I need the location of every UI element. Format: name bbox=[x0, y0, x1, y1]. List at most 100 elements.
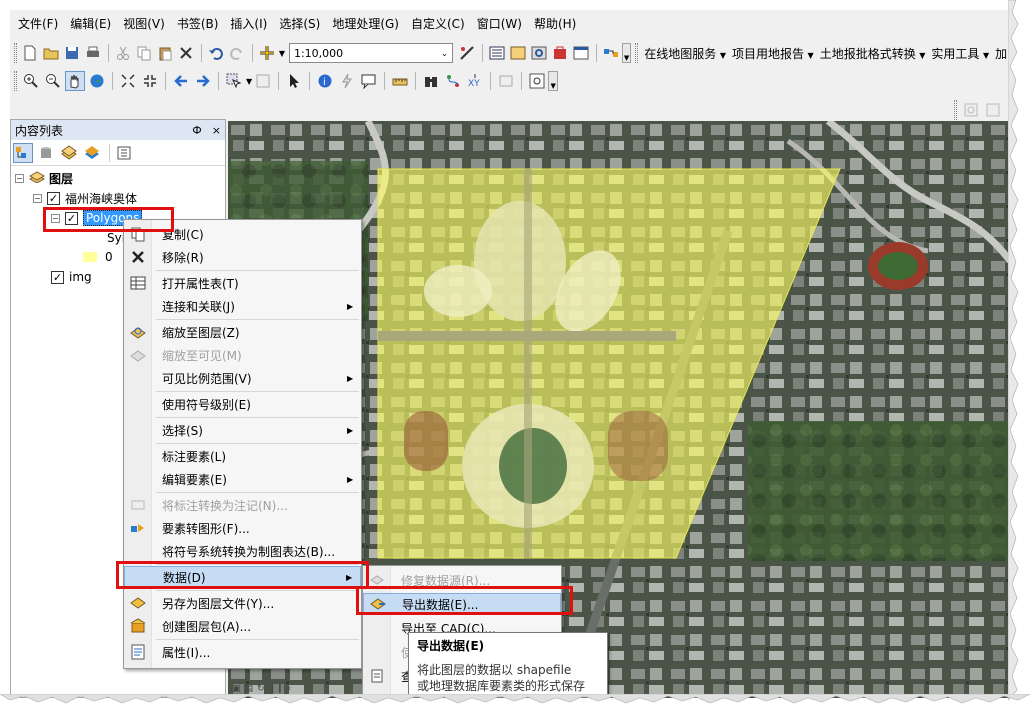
menu-item[interactable]: 地理处理(G) bbox=[326, 10, 405, 38]
tree-row-img[interactable]: ✓ img bbox=[51, 268, 92, 286]
create-viewer-window-icon[interactable] bbox=[527, 71, 547, 91]
menu-item[interactable]: 自定义(C) bbox=[405, 10, 471, 38]
context-menu-item[interactable]: 移除(R) bbox=[124, 246, 361, 268]
list-by-source-icon[interactable] bbox=[36, 143, 56, 163]
extra-tool-icon[interactable] bbox=[961, 100, 981, 120]
add-data-icon[interactable] bbox=[258, 43, 277, 63]
editor-toolbar-icon[interactable] bbox=[458, 43, 477, 63]
yellow-symbol-swatch[interactable] bbox=[83, 252, 97, 262]
chevron-down-icon[interactable]: ▼ bbox=[279, 49, 285, 58]
toolbar-overflow-button[interactable]: ▼ bbox=[621, 43, 632, 63]
delete-icon[interactable] bbox=[177, 43, 196, 63]
arctoolbox-icon[interactable] bbox=[551, 43, 570, 63]
select-elements-arrow-icon[interactable] bbox=[284, 71, 304, 91]
fixed-zoom-in-icon[interactable] bbox=[118, 71, 138, 91]
list-by-visibility-icon[interactable] bbox=[59, 143, 79, 163]
identify-icon[interactable]: i bbox=[315, 71, 335, 91]
context-menu-item[interactable]: 选择(S) ▶ bbox=[124, 419, 361, 441]
select-features-icon[interactable] bbox=[224, 71, 244, 91]
context-menu-item[interactable]: 属性(I)... bbox=[124, 641, 361, 663]
open-folder-icon[interactable] bbox=[42, 43, 61, 63]
toolbar-grip[interactable] bbox=[14, 71, 17, 91]
context-menu-item[interactable]: 可见比例范围(V) ▶ bbox=[124, 367, 361, 389]
menu-item[interactable]: 选择(S) bbox=[273, 10, 326, 38]
data-submenu-item[interactable]: 导出数据(E)... bbox=[363, 593, 561, 615]
extra-tool-2-icon[interactable] bbox=[983, 100, 1003, 120]
layout-view-icon[interactable]: ▤ bbox=[245, 684, 254, 694]
menu-item[interactable]: 视图(V) bbox=[117, 10, 171, 38]
list-by-selection-icon[interactable] bbox=[82, 143, 102, 163]
tree-row-class[interactable]: 0 bbox=[83, 248, 113, 266]
menu-item[interactable]: 编辑(E) bbox=[64, 10, 117, 38]
fixed-zoom-out-icon[interactable] bbox=[140, 71, 160, 91]
context-menu-item[interactable]: 打开属性表(T) bbox=[124, 272, 361, 294]
project-land-report-menu[interactable]: 项目用地报告 ▼ bbox=[729, 45, 817, 62]
pan-hand-icon[interactable] bbox=[65, 71, 85, 91]
go-to-xy-icon[interactable]: XY bbox=[465, 71, 485, 91]
undo-icon[interactable] bbox=[207, 43, 226, 63]
cut-icon[interactable] bbox=[114, 43, 133, 63]
menu-item[interactable]: 帮助(H) bbox=[528, 10, 582, 38]
visibility-checkbox[interactable]: ✓ bbox=[65, 211, 78, 225]
context-menu-item[interactable]: 创建图层包(A)... bbox=[124, 615, 361, 637]
tree-row-layers-root[interactable]: − 图层 bbox=[15, 169, 73, 187]
menu-item[interactable]: 文件(F) bbox=[12, 10, 64, 38]
python-window-icon[interactable] bbox=[572, 43, 591, 63]
forward-arrow-icon[interactable] bbox=[193, 71, 213, 91]
search-window-icon[interactable] bbox=[530, 43, 549, 63]
redo-icon[interactable] bbox=[228, 43, 247, 63]
close-icon[interactable]: × bbox=[212, 124, 221, 137]
pin-icon[interactable]: Ф bbox=[192, 124, 201, 137]
paste-icon[interactable] bbox=[156, 43, 175, 63]
data-view-icon[interactable]: ▣ bbox=[232, 684, 241, 694]
collapse-toggle[interactable]: − bbox=[51, 213, 60, 223]
save-icon[interactable] bbox=[63, 43, 82, 63]
menu-item[interactable]: 窗口(W) bbox=[471, 10, 528, 38]
time-slider-icon[interactable] bbox=[496, 71, 516, 91]
measure-icon[interactable] bbox=[390, 71, 410, 91]
toolbar-grip[interactable] bbox=[954, 100, 957, 120]
full-extent-globe-icon[interactable] bbox=[87, 71, 107, 91]
visibility-checkbox[interactable]: ✓ bbox=[47, 191, 60, 205]
context-menu-item[interactable]: 要素转图形(F)... bbox=[124, 517, 361, 539]
refresh-icon[interactable]: ↻ bbox=[257, 684, 265, 694]
toc-window-icon[interactable] bbox=[488, 43, 507, 63]
zoom-in-icon[interactable] bbox=[21, 71, 41, 91]
online-map-service-menu[interactable]: 在线地图服务 ▼ bbox=[641, 45, 729, 62]
tree-row-group[interactable]: − ✓ 福州海峡奥体 bbox=[33, 189, 137, 207]
toolbar-grip[interactable] bbox=[635, 43, 639, 63]
collapse-toggle[interactable]: − bbox=[33, 193, 42, 203]
catalog-window-icon[interactable] bbox=[509, 43, 528, 63]
clear-selection-icon[interactable] bbox=[253, 71, 273, 91]
context-menu-item[interactable]: 另存为图层文件(Y)... bbox=[124, 592, 361, 614]
toolbar-grip[interactable] bbox=[14, 43, 17, 63]
context-menu-item[interactable]: 复制(C) bbox=[124, 223, 361, 245]
utility-tools-menu[interactable]: 实用工具 ▼ bbox=[928, 45, 992, 62]
land-format-conversion-menu[interactable]: 土地报批格式转换 ▼ bbox=[817, 45, 929, 62]
find-route-icon[interactable] bbox=[443, 71, 463, 91]
back-arrow-icon[interactable] bbox=[171, 71, 191, 91]
options-icon[interactable] bbox=[114, 143, 134, 163]
modelbuilder-icon[interactable] bbox=[602, 43, 621, 63]
context-menu-item[interactable]: 缩放至图层(Z) bbox=[124, 321, 361, 343]
collapse-toggle[interactable]: − bbox=[15, 173, 24, 183]
pause-icon[interactable]: ❙❙ bbox=[269, 684, 284, 694]
menu-item[interactable]: 插入(I) bbox=[224, 10, 273, 38]
menu-item[interactable]: 书签(B) bbox=[171, 10, 225, 38]
copy-icon[interactable] bbox=[135, 43, 154, 63]
print-icon[interactable] bbox=[84, 43, 103, 63]
toolbar-overflow-button[interactable]: ▼ bbox=[548, 71, 559, 91]
map-scale-dropdown[interactable]: 1:10,000 ⌄ bbox=[288, 43, 453, 63]
context-menu-item[interactable]: 将符号系统转换为制图表达(B)... bbox=[124, 540, 361, 562]
scroll-left-icon[interactable]: ‹ bbox=[288, 684, 292, 694]
zoom-out-icon[interactable] bbox=[43, 71, 63, 91]
html-popup-icon[interactable] bbox=[359, 71, 379, 91]
list-by-drawing-order-icon[interactable] bbox=[13, 142, 33, 163]
context-menu-item[interactable]: 标注要素(L) bbox=[124, 445, 361, 467]
context-menu-item[interactable]: 数据(D) ▶ bbox=[124, 566, 361, 588]
new-document-icon[interactable] bbox=[21, 43, 40, 63]
find-binoculars-icon[interactable] bbox=[421, 71, 441, 91]
context-menu-item[interactable]: 连接和关联(J) ▶ bbox=[124, 295, 361, 317]
hyperlink-icon[interactable] bbox=[337, 71, 357, 91]
visibility-checkbox[interactable]: ✓ bbox=[51, 270, 64, 284]
